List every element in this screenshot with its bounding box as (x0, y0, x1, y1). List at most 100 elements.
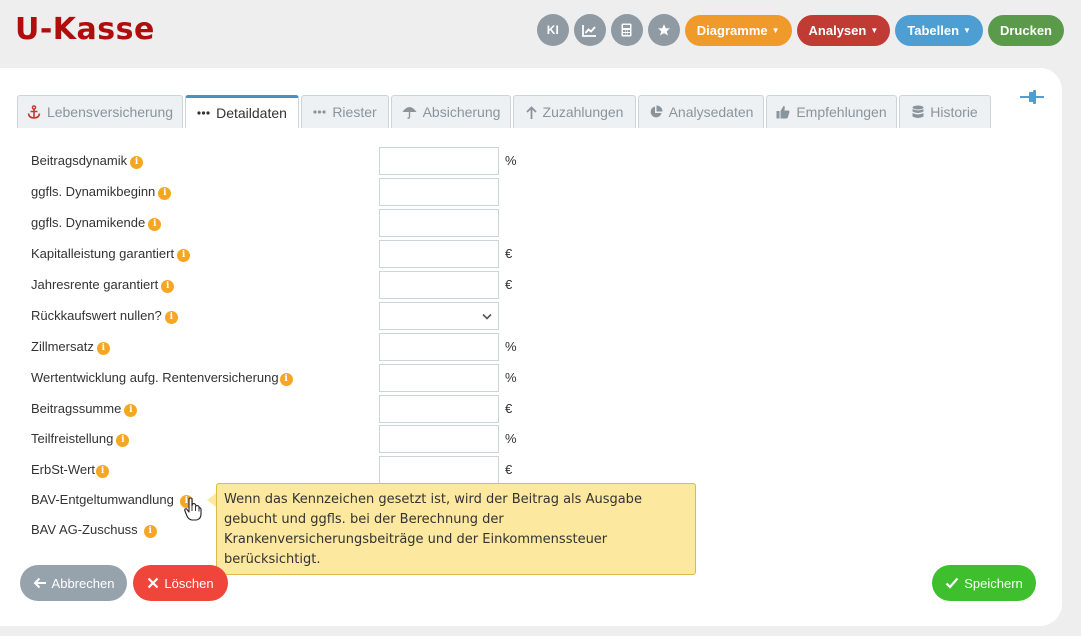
wertentwicklung-input[interactable] (379, 364, 499, 392)
form-row-zillmersatz: Zillmersatz i % (31, 333, 551, 361)
tab-label: Historie (930, 104, 978, 120)
drucken-button[interactable]: Drucken (987, 14, 1064, 46)
field-label: Wertentwicklung aufg. Rentenversicherung… (31, 370, 293, 386)
unit-label: € (505, 462, 513, 477)
info-icon[interactable]: i (143, 525, 157, 538)
rueckkaufswert-select[interactable] (379, 302, 499, 330)
tab-label: Absicherung (422, 104, 501, 120)
form-row-dynamikbeginn: ggfls. Dynamikbeginn i (31, 178, 551, 206)
info-icon[interactable]: i (116, 434, 130, 447)
field-label: Beitragssumme i (31, 401, 138, 417)
field-label: BAV-Entgeltumwandlung i (31, 492, 193, 508)
dynamikende-input[interactable] (379, 209, 499, 237)
diagramme-dropdown-button[interactable]: Diagramme ▼ (684, 14, 792, 46)
tab-zuzahlungen[interactable]: Zuzahlungen (513, 95, 636, 128)
loeschen-label: Löschen (164, 575, 214, 591)
field-label: Beitragsdynamik i (31, 153, 144, 169)
tab-historie[interactable]: Historie (899, 95, 991, 128)
tab-label: Analysedaten (668, 104, 754, 120)
field-label: ggfls. Dynamikbeginn i (31, 184, 172, 200)
hand-cursor-icon (184, 497, 202, 526)
info-icon[interactable]: i (177, 249, 191, 262)
calculator-button[interactable] (610, 14, 643, 46)
tab-label: Zuzahlungen (542, 104, 624, 120)
speichern-button[interactable]: Speichern (932, 565, 1036, 601)
teilfreistellung-input[interactable] (379, 425, 499, 453)
unit-label: € (505, 246, 513, 261)
field-label: BAV AG-Zuschuss i (31, 522, 157, 538)
pin-toggle-icon[interactable] (1020, 90, 1044, 109)
field-label: ggfls. Dynamikende i (31, 215, 162, 231)
form-row-beitragsdynamik: Beitragsdynamik i % (31, 147, 551, 175)
database-icon (912, 105, 924, 119)
form-row-dynamikende: ggfls. Dynamikende i (31, 209, 551, 237)
field-label: ErbSt-Wert i (31, 462, 110, 478)
tab-detaildaten[interactable]: Detaildaten (185, 95, 299, 128)
tab-bar: Lebensversicherung Detaildaten Riester A… (17, 95, 993, 128)
close-icon (147, 577, 159, 589)
tab-label: Empfehlungen (796, 104, 887, 120)
tab-riester[interactable]: Riester (301, 95, 389, 128)
form-row-kapitalleistung: Kapitalleistung garantiert i € (31, 240, 551, 268)
form-row-jahresrente: Jahresrente garantiert i € (31, 271, 551, 299)
ellipsis-icon (197, 111, 210, 115)
calculator-icon (621, 23, 632, 37)
erbst-wert-input[interactable] (379, 456, 499, 484)
drucken-label: Drucken (999, 22, 1052, 38)
tab-label: Riester (332, 104, 377, 120)
app-title: U-Kasse (15, 12, 155, 47)
field-label: Zillmersatz i (31, 339, 110, 355)
info-icon[interactable]: i (279, 373, 293, 386)
loeschen-button[interactable]: Löschen (133, 565, 228, 601)
abbrechen-label: Abbrechen (51, 575, 115, 591)
unit-label: % (505, 339, 517, 354)
chart-button[interactable] (573, 14, 606, 46)
abbrechen-button[interactable]: Abbrechen (20, 565, 127, 601)
info-icon[interactable]: i (96, 465, 110, 478)
caret-down-icon: ▼ (870, 25, 879, 35)
unit-label: % (505, 431, 517, 446)
info-icon[interactable]: i (148, 218, 162, 231)
beitragssumme-input[interactable] (379, 395, 499, 423)
tab-absicherung[interactable]: Absicherung (391, 95, 511, 128)
info-tooltip: Wenn das Kennzeichen gesetzt ist, wird d… (216, 483, 696, 575)
caret-down-icon: ▼ (771, 25, 780, 35)
form-row-wertentwicklung: Wertentwicklung aufg. Rentenversicherung… (31, 364, 551, 392)
zillmersatz-input[interactable] (379, 333, 499, 361)
checkmark-icon (945, 577, 959, 589)
speichern-label: Speichern (964, 575, 1023, 591)
caret-down-icon: ▼ (963, 25, 971, 35)
tab-analysedaten[interactable]: Analysedaten (638, 95, 764, 128)
anchor-icon (27, 105, 41, 119)
analysen-label: Analysen (808, 22, 867, 38)
tabellen-label: Tabellen (907, 22, 960, 38)
info-icon[interactable]: i (164, 311, 178, 324)
field-label: Kapitalleistung garantiert i (31, 246, 191, 262)
info-icon[interactable]: i (158, 187, 172, 200)
ki-button-label: KI (546, 23, 559, 37)
toolbar: KI Diagramme ▼ Analysen ▼ Tabellen ▼ Dru… (536, 14, 1064, 46)
unit-label: € (505, 277, 513, 292)
favorite-button[interactable] (647, 14, 680, 46)
info-icon[interactable]: i (161, 280, 175, 293)
ki-button[interactable]: KI (536, 14, 569, 46)
unit-label: % (505, 370, 517, 385)
beitragsdynamik-input[interactable] (379, 147, 499, 175)
tab-empfehlungen[interactable]: Empfehlungen (766, 95, 897, 128)
tab-label: Detaildaten (216, 105, 287, 121)
info-icon[interactable]: i (130, 156, 144, 169)
dynamikbeginn-input[interactable] (379, 178, 499, 206)
pie-chart-icon (649, 105, 663, 119)
info-icon[interactable]: i (96, 342, 110, 355)
umbrella-icon (402, 105, 417, 119)
jahresrente-input[interactable] (379, 271, 499, 299)
tabellen-dropdown-button[interactable]: Tabellen ▼ (895, 14, 983, 46)
chevron-down-icon (482, 313, 492, 320)
kapitalleistung-input[interactable] (379, 240, 499, 268)
tab-lebensversicherung[interactable]: Lebensversicherung (17, 95, 183, 128)
info-icon[interactable]: i (124, 404, 138, 417)
field-label: Jahresrente garantiert i (31, 277, 175, 293)
analysen-dropdown-button[interactable]: Analysen ▼ (796, 14, 891, 46)
thumbs-up-icon (776, 105, 790, 119)
ellipsis-icon (313, 110, 326, 114)
